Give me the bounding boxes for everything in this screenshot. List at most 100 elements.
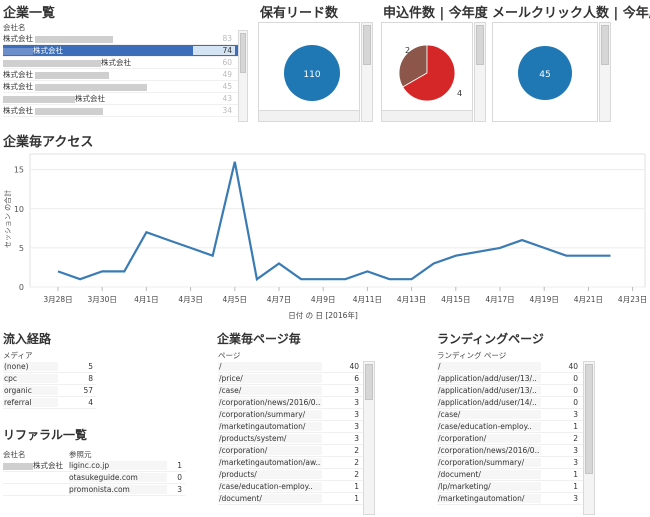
- pages-row[interactable]: /document/1: [218, 493, 364, 505]
- landing-row[interactable]: /lp/marketing/1: [437, 481, 583, 493]
- landing-value: 1: [543, 422, 581, 431]
- company-row[interactable]: 株式会社 49: [3, 69, 248, 81]
- pages-scrollbar[interactable]: [363, 361, 375, 515]
- pages-name: /price/: [218, 374, 322, 383]
- access-x-tick: 4月21日: [574, 295, 603, 304]
- applications-scrollbar-h[interactable]: [381, 110, 473, 122]
- pages-row[interactable]: /case/3: [218, 385, 364, 397]
- landing-name: /application/add/user/14/..: [437, 398, 541, 407]
- redacted-name: [3, 95, 75, 103]
- company-name-suffix: 株式会社: [3, 82, 33, 91]
- landing-table: ランディング ページ /40/application/add/user/13/.…: [437, 350, 583, 505]
- redacted-name: [35, 83, 147, 91]
- leads-title: 保有リード数: [260, 6, 339, 21]
- company-row[interactable]: 株式会社 43: [3, 93, 248, 105]
- company-row[interactable]: 株式会社 34: [3, 105, 248, 117]
- referral-row[interactable]: promonista.com 3: [3, 484, 185, 496]
- pages-row[interactable]: /price/6: [218, 373, 364, 385]
- pages-row[interactable]: /products/2: [218, 469, 364, 481]
- company-value: 45: [222, 82, 232, 91]
- landing-row[interactable]: /40: [437, 361, 583, 373]
- inflow-row[interactable]: organic 57: [3, 385, 96, 397]
- landing-row[interactable]: /application/add/user/14/.. 0: [437, 397, 583, 409]
- pages-value: 3: [324, 386, 362, 395]
- pages-row[interactable]: /case/education-employ.. 1: [218, 481, 364, 493]
- landing-row[interactable]: /corporation/2: [437, 433, 583, 445]
- company-row[interactable]: 株式会社 45: [3, 81, 248, 93]
- referral-value: 0: [177, 473, 182, 482]
- redacted-name: [3, 59, 101, 67]
- mail-clicks-panel: 45: [492, 22, 598, 122]
- company-value: 74: [193, 46, 235, 55]
- pages-row[interactable]: /products/system/3: [218, 433, 364, 445]
- inflow-row[interactable]: (none) 5: [3, 361, 96, 373]
- pages-row[interactable]: /marketingautomation/aw.. 2: [218, 457, 364, 469]
- referral-table: 会社名 参照元 株式会社 liginc.co.jp 1 otasukeguide.co…: [3, 448, 185, 496]
- applications-scrollbar-v[interactable]: [474, 22, 486, 122]
- landing-row[interactable]: /corporation/summary/3: [437, 457, 583, 469]
- landing-row[interactable]: /marketingautomation/3: [437, 493, 583, 505]
- pages-header: ページ: [218, 351, 241, 360]
- leads-scrollbar-h[interactable]: [258, 110, 360, 122]
- inflow-name: organic: [3, 386, 58, 395]
- company-name: 株式会社: [3, 33, 193, 44]
- company-name-suffix: 株式会社: [3, 106, 33, 115]
- landing-row[interactable]: /corporation/news/2016/0.. 3: [437, 445, 583, 457]
- pages-value: 1: [324, 494, 362, 503]
- inflow-value: 8: [60, 374, 96, 383]
- pages-row[interactable]: /corporation/news/2016/0.. 3: [218, 397, 364, 409]
- access-x-tick: 4月15日: [441, 295, 470, 304]
- company-list-scrollbar[interactable]: [238, 30, 248, 122]
- landing-row[interactable]: /case/education-employ.. 1: [437, 421, 583, 433]
- referral-row[interactable]: 株式会社 liginc.co.jp 1: [3, 460, 185, 472]
- landing-value: 3: [543, 410, 581, 419]
- pages-name: /corporation/summary/: [218, 410, 322, 419]
- pages-value: 2: [324, 470, 362, 479]
- applications-pie[interactable]: 2 4: [382, 23, 472, 121]
- mail-clicks-pie[interactable]: 45: [493, 23, 597, 121]
- pages-name: /case/: [218, 386, 322, 395]
- referral-col-source: 参照元: [69, 449, 92, 459]
- landing-name: /case/: [437, 410, 541, 419]
- landing-row[interactable]: /case/3: [437, 409, 583, 421]
- inflow-value: 4: [60, 398, 96, 407]
- company-name-suffix: 株式会社: [101, 58, 131, 67]
- pages-row[interactable]: /corporation/summary/3: [218, 409, 364, 421]
- landing-row[interactable]: /document/1: [437, 469, 583, 481]
- applications-title: 申込件数 | 今年度: [383, 6, 488, 21]
- access-x-label: 日付 の 日 [2016年]: [288, 310, 358, 320]
- company-list-header: 会社名: [3, 23, 26, 32]
- pages-row[interactable]: /marketingautomation/3: [218, 421, 364, 433]
- pages-name: /products/: [218, 470, 322, 479]
- landing-header: ランディング ページ: [437, 351, 507, 360]
- pages-name: /: [218, 362, 322, 371]
- access-x-tick: 4月17日: [485, 295, 514, 304]
- company-row[interactable]: 株式会社 60: [3, 57, 248, 69]
- referral-row[interactable]: otasukeguide.com 0: [3, 472, 185, 484]
- pages-row[interactable]: /corporation/2: [218, 445, 364, 457]
- access-y-tick: 0: [19, 283, 24, 292]
- company-row[interactable]: 株式会社 74: [3, 45, 248, 57]
- landing-name: /marketingautomation/: [437, 494, 541, 503]
- landing-row[interactable]: /application/add/user/13/.. 0: [437, 385, 583, 397]
- company-name: 株式会社: [3, 81, 193, 92]
- inflow-row[interactable]: referral 4: [3, 397, 96, 409]
- leads-pie[interactable]: 110: [259, 23, 359, 121]
- redacted-name: [35, 35, 113, 43]
- inflow-row[interactable]: cpc 8: [3, 373, 96, 385]
- landing-row[interactable]: /application/add/user/13/.. 0: [437, 373, 583, 385]
- mail-clicks-scrollbar-v[interactable]: [599, 22, 611, 122]
- company-name-suffix: 株式会社: [3, 34, 33, 43]
- landing-name: /corporation/: [437, 434, 541, 443]
- company-name: 株式会社: [3, 93, 193, 104]
- company-row[interactable]: 株式会社 83: [3, 33, 248, 45]
- access-y-tick: 10: [14, 205, 24, 214]
- pages-name: /document/: [218, 494, 322, 503]
- company-list-title: 企業一覧: [3, 6, 56, 21]
- landing-value: 0: [543, 398, 581, 407]
- landing-scrollbar[interactable]: [583, 361, 595, 515]
- pages-row[interactable]: /40: [218, 361, 364, 373]
- redacted-name: [35, 107, 103, 115]
- leads-scrollbar-v[interactable]: [361, 22, 373, 122]
- leads-panel: 110: [258, 22, 360, 122]
